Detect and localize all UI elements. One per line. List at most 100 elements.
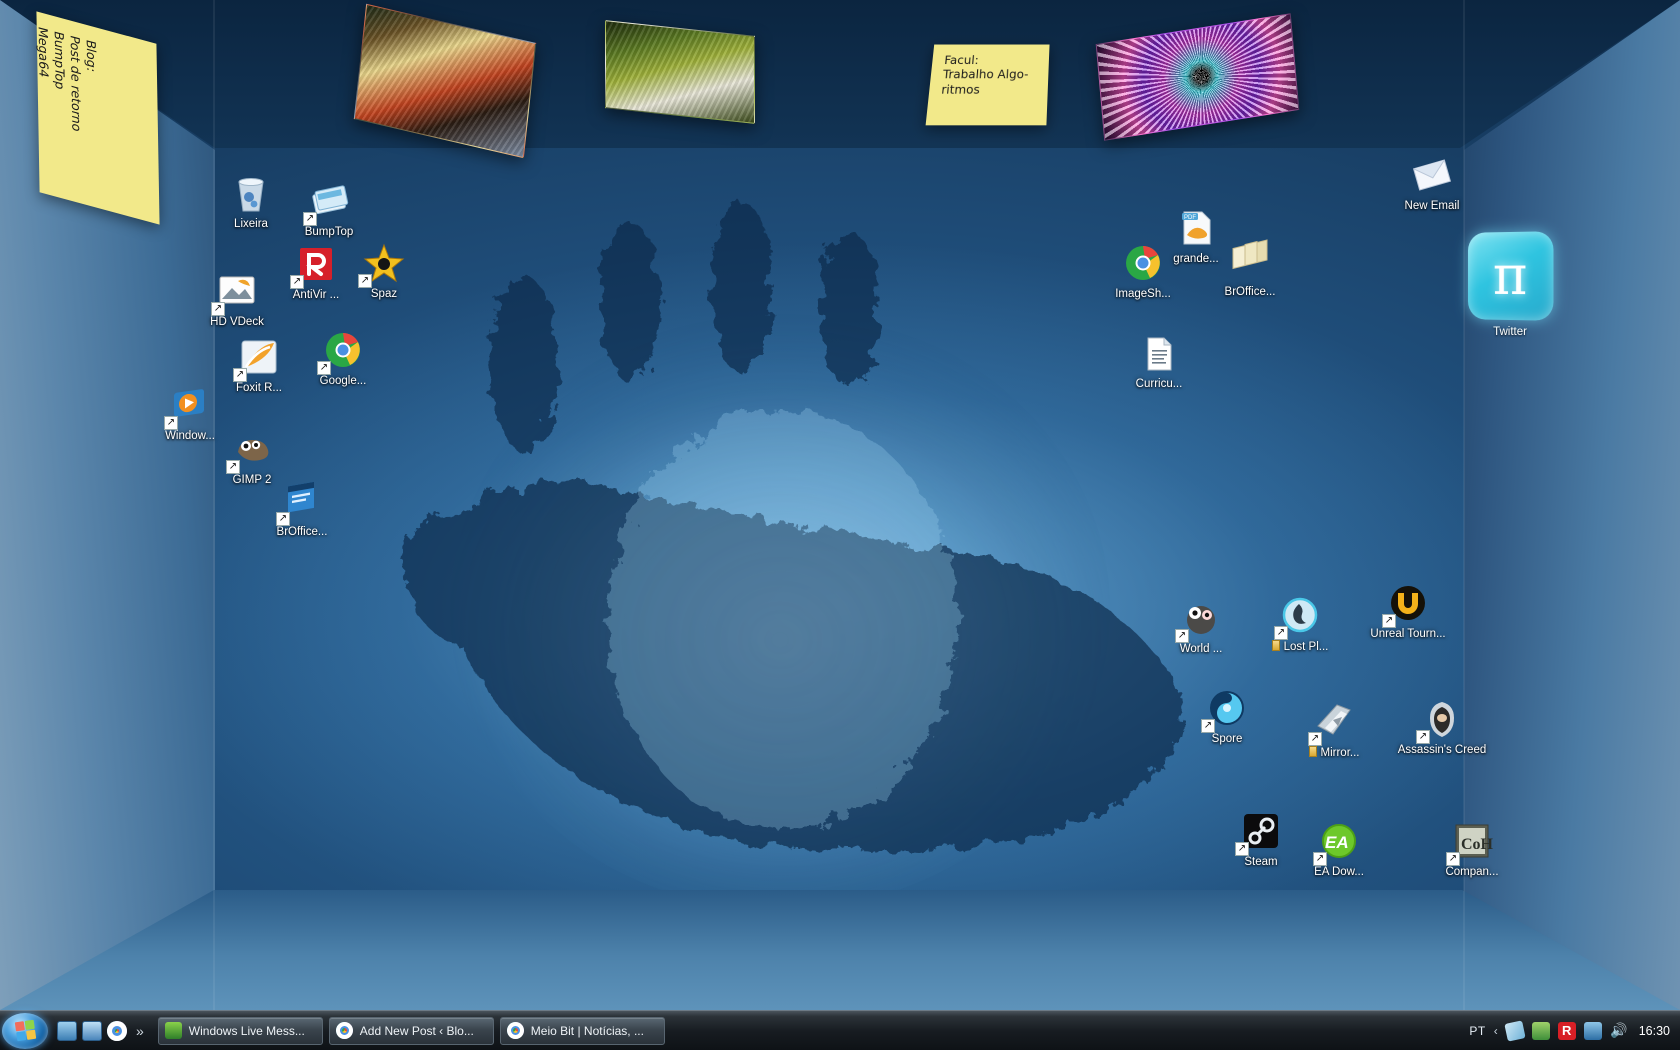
floor — [0, 890, 1680, 1010]
shortcut-overlay-icon: ↗ — [164, 416, 178, 430]
desktop-icon-label: Unreal Tourn... — [1362, 628, 1454, 640]
quick-launch-bar: » — [57, 1021, 144, 1041]
shortcut-overlay-icon: ↗ — [1382, 614, 1396, 628]
folder-icon — [1272, 640, 1280, 651]
ea-downloader-icon: EA↗ — [1316, 818, 1362, 864]
start-button[interactable] — [2, 1013, 48, 1049]
show-desktop-icon[interactable] — [57, 1021, 77, 1041]
desktop-icon-label: ImageSh... — [1097, 288, 1189, 300]
desktop-screen: Blog: Post de retorno BumpTop Mega64 Fac… — [0, 0, 1680, 1050]
task-button-group: Windows Live Mess... Add New Post ‹ Blo.… — [158, 1017, 665, 1045]
lost-planet-icon: ↗ — [1277, 592, 1323, 638]
google-chrome-icon — [1120, 240, 1166, 286]
desktop-icon-gimp-2[interactable]: ↗GIMP 2 — [206, 426, 298, 486]
shortcut-overlay-icon: ↗ — [358, 274, 372, 288]
shortcut-overlay-icon: ↗ — [290, 275, 304, 289]
folder-icon — [1309, 746, 1317, 757]
desktop-icon-broffice[interactable]: ↗BrOffice... — [256, 478, 348, 538]
desktop-icon-label: World ... — [1155, 643, 1247, 655]
shortcut-overlay-icon: ↗ — [276, 512, 290, 526]
twitter-widget[interactable]: π Twitter — [1462, 232, 1558, 338]
assassins-creed-icon: ↗ — [1419, 696, 1465, 742]
desktop-icon-label: Assassin's Creed — [1396, 744, 1488, 756]
wall-item-new-email[interactable]: New Email — [1386, 152, 1478, 212]
desktop-icon-bumptop[interactable]: ↗BumpTop — [283, 178, 375, 238]
desktop-icon-assassin-s-creed[interactable]: ↗Assassin's Creed — [1396, 696, 1488, 756]
company-of-heroes-icon: CoH↗ — [1449, 818, 1495, 864]
wall-item-label: New Email — [1386, 200, 1478, 212]
desktop-icon-label: Spore — [1181, 733, 1273, 745]
google-chrome-icon: ↗ — [320, 327, 366, 373]
desktop-icon-unreal-tourn[interactable]: ↗Unreal Tourn... — [1362, 580, 1454, 640]
sticky-note-blog[interactable]: Blog: Post de retorno BumpTop Mega64 — [36, 11, 159, 224]
svg-text:CoH: CoH — [1461, 836, 1494, 853]
desktop-icon-imagesh[interactable]: ImageSh... — [1097, 240, 1189, 300]
mirrors-edge-icon: ↗ — [1311, 698, 1357, 744]
text-document-icon — [1136, 330, 1182, 376]
shortcut-overlay-icon: ↗ — [233, 368, 247, 382]
desktop-icon-compan[interactable]: CoH↗Compan... — [1426, 818, 1518, 878]
envelope-icon — [1409, 152, 1455, 198]
messenger-icon — [165, 1022, 182, 1039]
contacts-tray-icon[interactable] — [1532, 1022, 1550, 1040]
desktop-icon-spaz[interactable]: ↗Spaz — [338, 240, 430, 300]
google-chrome-icon[interactable] — [107, 1021, 127, 1041]
task-button[interactable]: Meio Bit | Notícias, ... — [500, 1017, 665, 1045]
task-button-label: Windows Live Mess... — [189, 1024, 305, 1038]
desktop-icon-label: Compan... — [1426, 866, 1518, 878]
clock[interactable]: 16:30 — [1639, 1024, 1670, 1038]
svg-text:PDF: PDF — [1184, 215, 1196, 221]
shortcut-overlay-icon: ↗ — [211, 302, 225, 316]
sticky-note-facul[interactable]: Facul: Trabalho Algo- ritmos — [926, 45, 1050, 126]
recycle-bin-icon — [228, 170, 274, 216]
desktop-icon-label: Spaz — [338, 288, 430, 300]
desktop-icon-world[interactable]: ↗ World ... — [1155, 595, 1247, 655]
taskbar: » Windows Live Mess... Add New Post ‹ Bl… — [0, 1010, 1680, 1050]
desktop-icon-label: BrOffice... — [256, 526, 348, 538]
task-button[interactable]: Add New Post ‹ Blo... — [329, 1017, 494, 1045]
language-indicator[interactable]: PT — [1469, 1024, 1485, 1038]
switch-windows-icon[interactable] — [82, 1021, 102, 1041]
corner-seam-left — [213, 0, 215, 1010]
unreal-tournament-icon: ↗ — [1385, 580, 1431, 626]
broffice-suite-icon — [1227, 238, 1273, 284]
antivir-tray-icon[interactable]: R — [1558, 1022, 1576, 1040]
shortcut-overlay-icon: ↗ — [1416, 730, 1430, 744]
messenger-tray-icon[interactable] — [1504, 1020, 1525, 1041]
desktop-icon-label: BumpTop — [283, 226, 375, 238]
bumptop-icon: ↗ — [306, 178, 352, 224]
quick-launch-overflow[interactable]: » — [136, 1023, 144, 1039]
tray-expand-icon[interactable]: ‹ — [1494, 1024, 1498, 1038]
network-tray-icon[interactable] — [1584, 1022, 1602, 1040]
desktop-icon-label: Curricu... — [1113, 378, 1205, 390]
ceiling-photo-butterfly[interactable] — [605, 20, 755, 124]
shortcut-overlay-icon: ↗ — [1313, 852, 1327, 866]
desktop-icon-mirror[interactable]: ↗Mirror... — [1288, 698, 1380, 759]
shortcut-overlay-icon: ↗ — [303, 212, 317, 226]
twitter-widget-icon[interactable]: π — [1468, 231, 1553, 321]
chrome-icon — [507, 1022, 524, 1039]
task-button[interactable]: Windows Live Mess... — [158, 1017, 323, 1045]
desktop-icon-google[interactable]: ↗ Google... — [297, 327, 389, 387]
desktop-icon-broffice[interactable]: BrOffice... — [1204, 238, 1296, 298]
spore-icon: ↗ — [1204, 685, 1250, 731]
gimp-icon: ↗ — [229, 426, 275, 472]
shortcut-overlay-icon: ↗ — [1201, 719, 1215, 733]
volume-tray-icon[interactable]: 🔊 — [1610, 1022, 1628, 1040]
system-tray: PT ‹ R 🔊 16:30 — [1469, 1022, 1680, 1040]
world-of-goo-icon: ↗ — [1178, 595, 1224, 641]
desktop-icon-label: EA Dow... — [1293, 866, 1385, 878]
desktop-icon-label: Lost Pl... — [1254, 640, 1346, 653]
broffice-writer-icon: ↗ — [279, 478, 325, 524]
shortcut-overlay-icon: ↗ — [1274, 626, 1288, 640]
desktop-icon-hd-vdeck[interactable]: ↗HD VDeck — [191, 268, 283, 328]
desktop-icon-lost-pl[interactable]: ↗Lost Pl... — [1254, 592, 1346, 653]
shortcut-overlay-icon: ↗ — [1446, 852, 1460, 866]
desktop-icon-curricu[interactable]: Curricu... — [1113, 330, 1205, 390]
desktop-icon-ea-dow[interactable]: EA↗ EA Dow... — [1293, 818, 1385, 878]
chrome-icon — [336, 1022, 353, 1039]
desktop-icon-spore[interactable]: ↗Spore — [1181, 685, 1273, 745]
windows-media-icon: ↗ — [167, 382, 213, 428]
desktop-icon-label-text: Lost Pl... — [1284, 641, 1329, 653]
desktop-icon-label: Google... — [297, 375, 389, 387]
